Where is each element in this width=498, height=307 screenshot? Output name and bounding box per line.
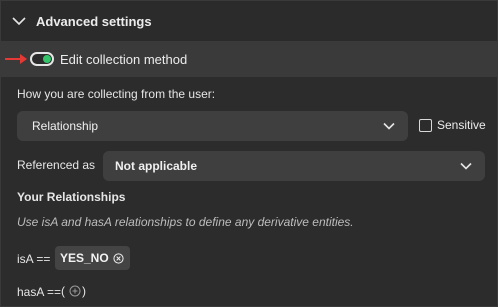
collection-method-select[interactable]: Relationship [17, 111, 408, 141]
relationships-description: Use isA and hasA relationships to define… [17, 215, 354, 229]
hasa-paren-close: ) [82, 284, 86, 298]
referenced-as-select[interactable]: Not applicable [103, 151, 485, 181]
edit-collection-toggle[interactable] [30, 52, 54, 66]
relationships-heading: Your Relationships [17, 190, 126, 204]
isa-label: isA == [17, 252, 51, 266]
sensitive-checkbox[interactable] [419, 119, 432, 132]
remove-circle-icon[interactable] [113, 252, 124, 264]
chevron-down-icon [12, 17, 26, 26]
annotation-arrow-icon [5, 54, 27, 64]
collection-method-value: Relationship [32, 119, 99, 133]
isa-chip-label: YES_NO [60, 251, 109, 265]
toggle-knob [43, 55, 51, 63]
referenced-as-value: Not applicable [115, 159, 198, 173]
advanced-settings-panel: Advanced settings Edit collection method… [0, 0, 498, 307]
sensitive-label: Sensitive [437, 118, 486, 132]
isa-chip: YES_NO [55, 246, 130, 270]
edit-collection-row: Edit collection method [1, 41, 497, 77]
chevron-down-icon [383, 122, 395, 130]
edit-collection-label: Edit collection method [60, 52, 188, 67]
section-title: Advanced settings [36, 13, 152, 29]
advanced-settings-header[interactable]: Advanced settings [1, 1, 497, 41]
hasa-label: hasA == [17, 285, 62, 299]
chevron-down-icon [460, 162, 472, 170]
referenced-as-label: Referenced as [17, 158, 96, 172]
add-circle-icon[interactable] [69, 285, 81, 297]
collection-method-label: How you are collecting from the user: [17, 87, 216, 101]
hasa-paren-open: ( [61, 284, 65, 298]
